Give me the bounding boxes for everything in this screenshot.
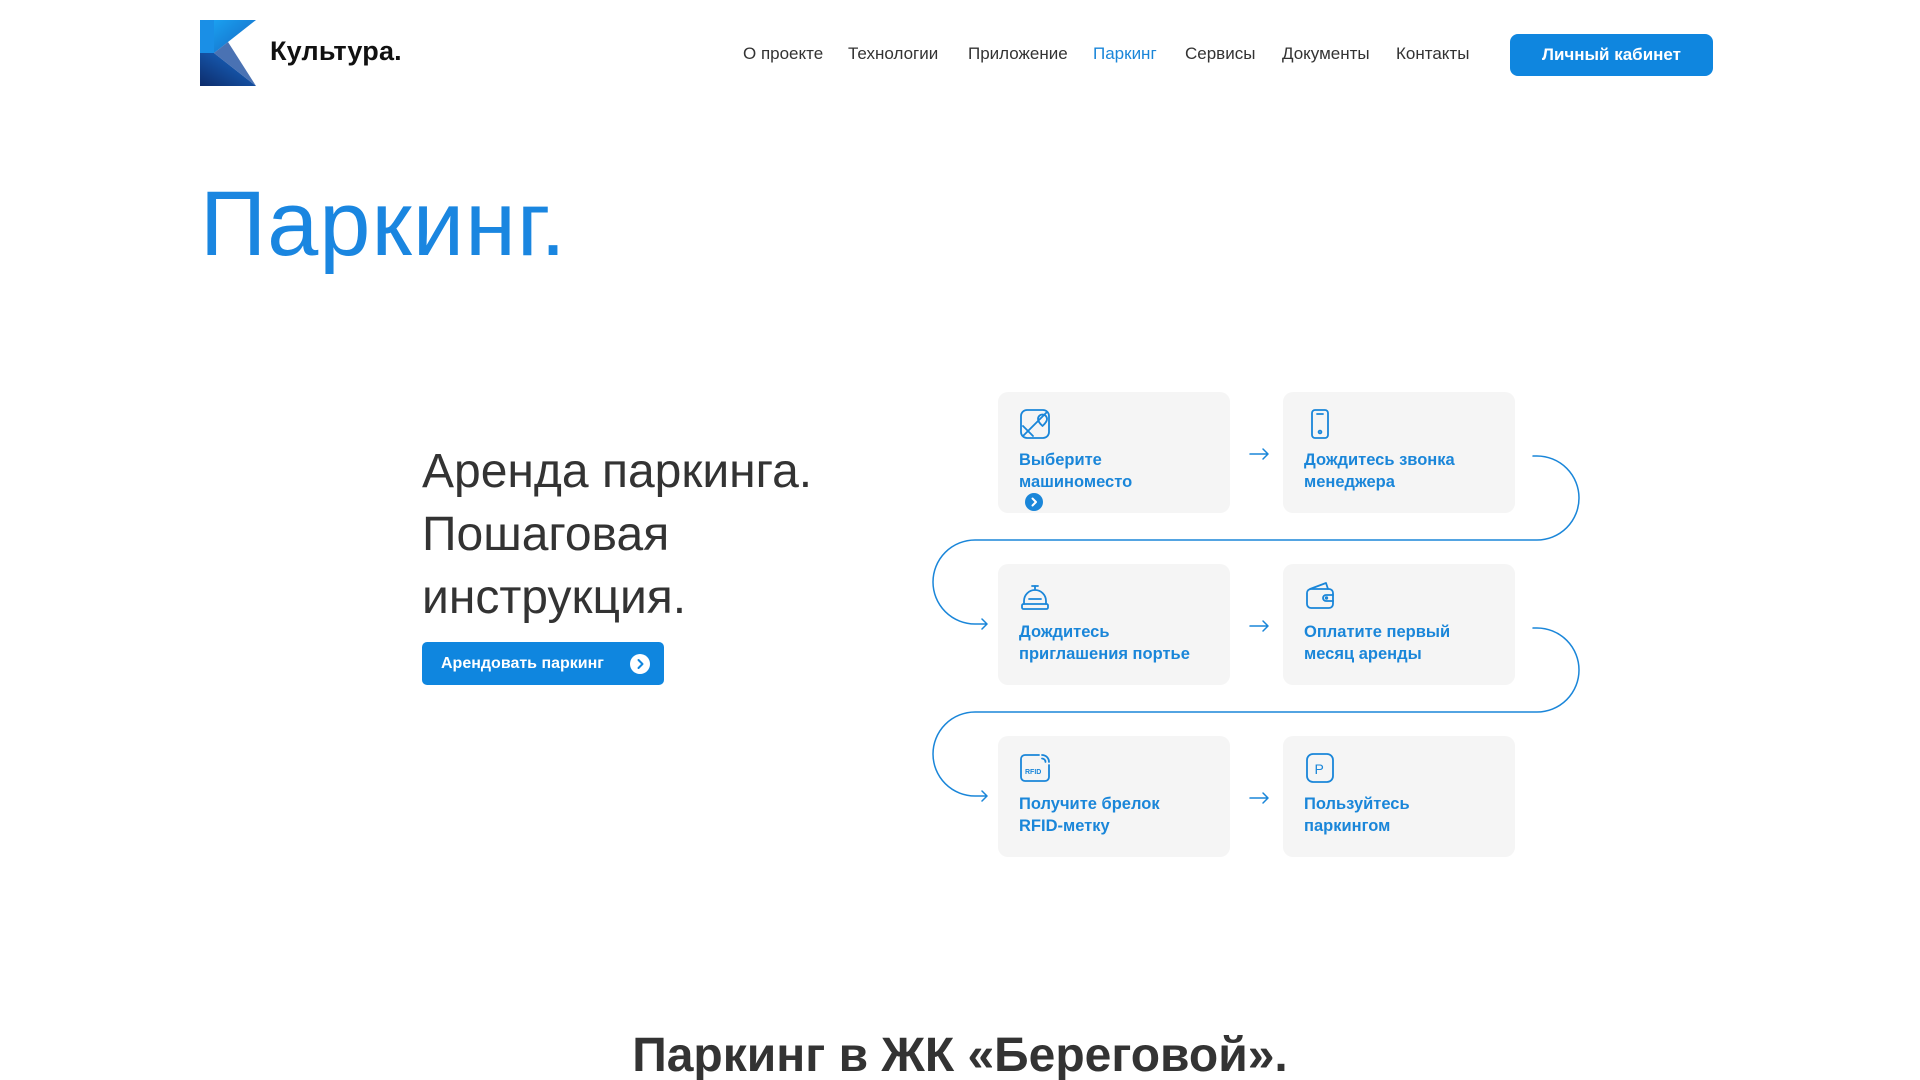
step-card-pay-month: Оплатите первый месяц аренды xyxy=(1283,564,1515,685)
nav-item-technologies[interactable]: Технологии xyxy=(848,44,938,64)
step-line: RFID-метку xyxy=(1019,817,1110,835)
map-pin-icon xyxy=(1020,409,1050,439)
step-line: приглашения портье xyxy=(1019,645,1190,663)
parking-icon: P xyxy=(1306,753,1334,783)
page-title: Паркинг. xyxy=(200,173,567,275)
step-line: менеджера xyxy=(1304,473,1395,491)
rent-parking-label: Арендовать паркинг xyxy=(441,654,604,672)
chevron-right-icon[interactable] xyxy=(1025,493,1043,511)
step-line-with-arrow: машиноместо xyxy=(1019,471,1224,511)
step-card-wait-call: Дождитесь звонка менеджера xyxy=(1283,392,1515,513)
step-text[interactable]: Выберите машиноместо xyxy=(1019,449,1224,511)
nav-item-contacts[interactable]: Контакты xyxy=(1396,44,1469,64)
rfid-icon: RFID xyxy=(1020,754,1050,782)
step-text: Дождитесь приглашения портье xyxy=(1019,621,1224,665)
nav-item-parking[interactable]: Паркинг xyxy=(1093,44,1157,64)
section-title: Паркинг в ЖК «Береговой». xyxy=(632,1029,1288,1080)
phone-icon xyxy=(1311,409,1329,439)
step-card-use-parking: P Пользуйтесь паркингом xyxy=(1283,736,1515,857)
step-line: Получите брелок xyxy=(1019,795,1160,813)
intro-heading: Аренда паркинга. Пошаговая инструкция. xyxy=(422,440,902,629)
step-line: Выберите xyxy=(1019,451,1102,469)
nav-item-about[interactable]: О проекте xyxy=(743,44,823,64)
nav-item-documents[interactable]: Документы xyxy=(1282,44,1370,64)
step-card-get-rfid: RFID Получите брелок RFID-метку xyxy=(998,736,1230,857)
step-card-choose-spot: Выберите машиноместо xyxy=(998,392,1230,513)
nav-item-app[interactable]: Приложение xyxy=(968,44,1068,64)
step-line: Оплатите первый xyxy=(1304,623,1451,641)
intro-line: Аренда паркинга. xyxy=(422,445,813,498)
step-line: паркингом xyxy=(1304,817,1391,835)
step-text: Пользуйтесь паркингом xyxy=(1304,793,1509,837)
step-card-wait-concierge: Дождитесь приглашения портье xyxy=(998,564,1230,685)
personal-cabinet-button[interactable]: Личный кабинет xyxy=(1510,34,1713,76)
parking-icon-letter: P xyxy=(1315,761,1324,777)
rfid-icon-text: RFID xyxy=(1025,769,1041,776)
rent-parking-button[interactable]: Арендовать паркинг xyxy=(422,642,664,685)
nav-item-services[interactable]: Сервисы xyxy=(1185,44,1255,64)
intro-line: инструкция. xyxy=(422,571,687,624)
step-line: месяц аренды xyxy=(1304,645,1422,663)
step-text: Оплатите первый месяц аренды xyxy=(1304,621,1509,665)
step-text: Дождитесь звонка менеджера xyxy=(1304,449,1509,493)
chevron-right-icon xyxy=(630,654,650,674)
step-line: Пользуйтесь xyxy=(1304,795,1410,813)
step-line: машиноместо xyxy=(1019,473,1133,491)
step-line: Дождитесь xyxy=(1019,623,1110,641)
wallet-icon xyxy=(1306,582,1334,609)
bell-icon xyxy=(1021,585,1049,610)
site-header: Культура. О проекте Технологии Приложени… xyxy=(0,0,1920,110)
step-text: Получите брелок RFID-метку xyxy=(1019,793,1224,837)
steps-connector xyxy=(932,448,1580,804)
intro-line: Пошаговая xyxy=(422,508,670,561)
step-line: Дождитесь звонка xyxy=(1304,451,1455,469)
